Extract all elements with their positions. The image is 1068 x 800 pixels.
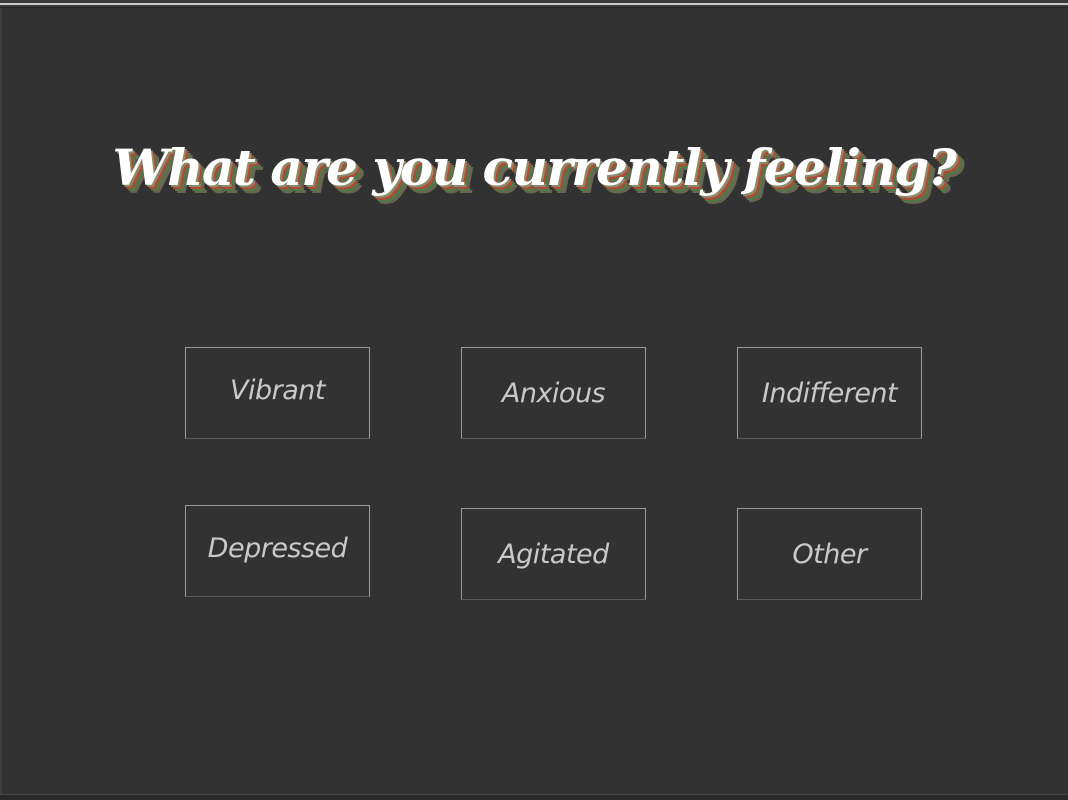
option-label: Depressed [207,532,348,564]
option-label: Other [792,538,867,570]
option-label: Agitated [498,538,609,570]
option-label: Indifferent [761,377,898,409]
option-depressed-button[interactable]: Depressed [185,505,370,597]
option-vibrant-button[interactable]: Vibrant [185,347,370,439]
window-bottom-border [0,794,1068,800]
option-anxious-button[interactable]: Anxious [461,347,646,439]
option-indifferent-button[interactable]: Indifferent [737,347,922,439]
option-label: Anxious [501,377,606,409]
option-agitated-button[interactable]: Agitated [461,508,646,600]
option-label: Vibrant [230,374,325,406]
feeling-options-grid: Vibrant Anxious Indifferent Depressed Ag… [0,0,1068,800]
option-other-button[interactable]: Other [737,508,922,600]
